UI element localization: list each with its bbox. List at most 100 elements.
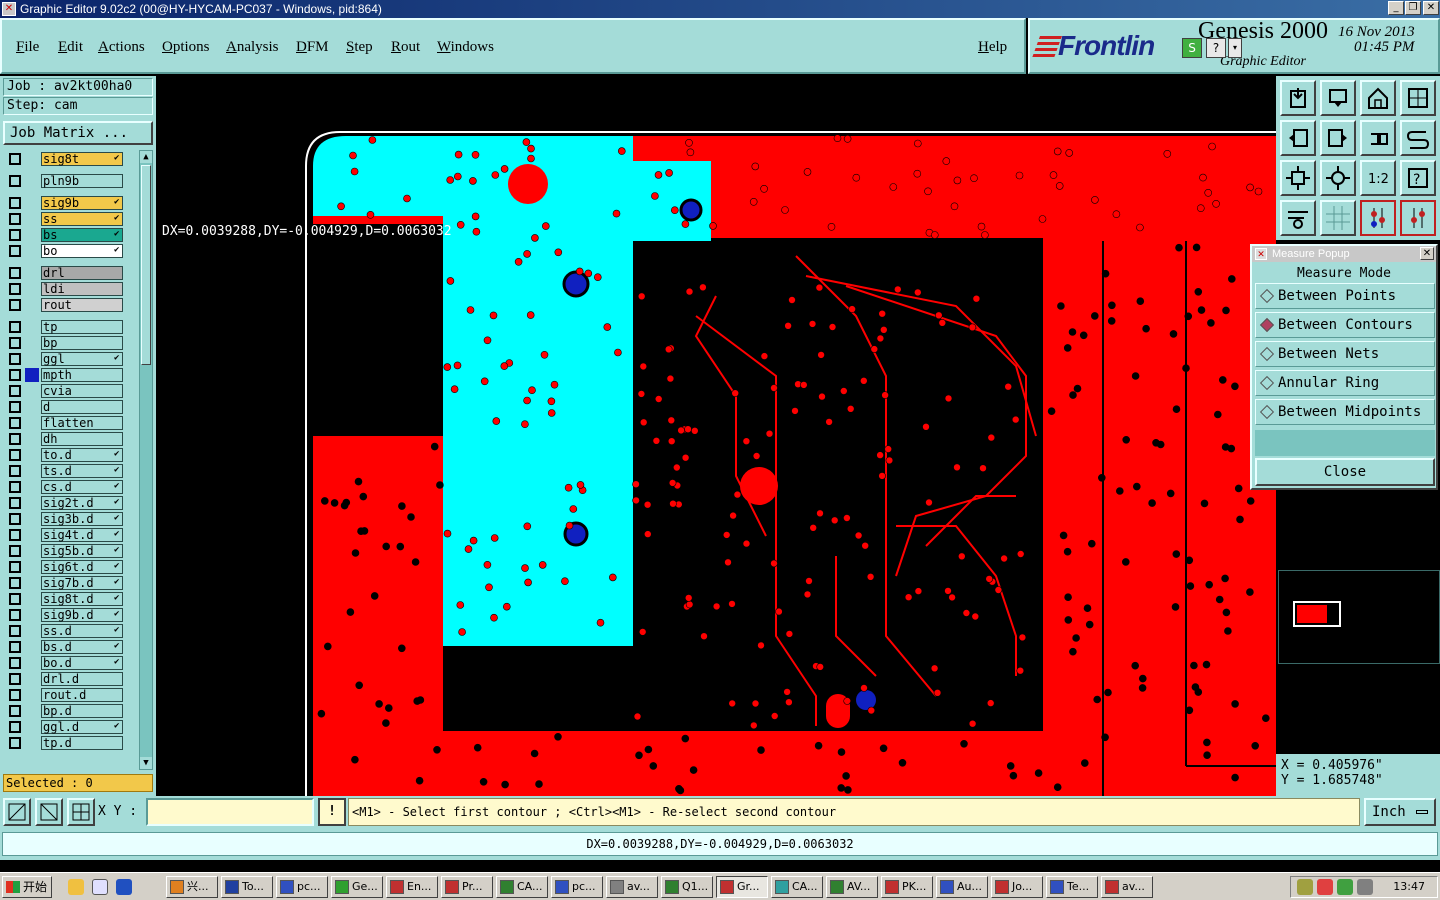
pad[interactable] (953, 176, 962, 185)
pad[interactable] (491, 171, 500, 179)
unit-selector[interactable]: Inch (1364, 798, 1436, 826)
layer-checkbox[interactable] (9, 705, 21, 717)
pad[interactable] (1016, 550, 1025, 558)
pad[interactable] (1228, 275, 1236, 283)
pad[interactable] (649, 762, 658, 770)
pad[interactable] (547, 397, 556, 406)
layer-row[interactable]: drl (3, 266, 139, 280)
pad[interactable] (922, 422, 930, 431)
taskbar-button[interactable]: 兴... (166, 876, 218, 898)
pad[interactable] (950, 202, 959, 211)
pad[interactable] (1204, 189, 1212, 197)
pad[interactable] (398, 502, 406, 510)
pan-left-icon[interactable] (1280, 120, 1316, 156)
pad[interactable] (1251, 741, 1259, 750)
grid-icon[interactable] (1320, 200, 1356, 236)
taskbar-button[interactable]: av... (606, 876, 658, 898)
pad[interactable] (808, 320, 817, 328)
layer-row[interactable]: dh (3, 432, 139, 446)
layer-name[interactable]: rout (41, 298, 123, 312)
pad[interactable] (814, 741, 823, 750)
pad[interactable] (1064, 593, 1072, 602)
pad[interactable] (1132, 482, 1141, 491)
pad[interactable] (876, 451, 884, 459)
pad[interactable] (994, 586, 1003, 594)
pad[interactable] (501, 780, 509, 789)
pad[interactable] (914, 587, 923, 595)
layer-name[interactable]: sig3b.d (41, 512, 123, 526)
pad[interactable] (593, 273, 602, 281)
pad[interactable] (398, 644, 406, 653)
pad[interactable] (712, 602, 721, 611)
pad[interactable] (1224, 627, 1232, 635)
tray-volume-icon[interactable] (1357, 879, 1373, 895)
taskbar-button[interactable]: Pr... (441, 876, 493, 898)
pad[interactable] (403, 194, 411, 203)
pad[interactable] (385, 704, 393, 712)
pad[interactable] (638, 628, 647, 636)
pad[interactable] (664, 345, 673, 354)
pad[interactable] (962, 609, 971, 617)
layer-checkbox[interactable] (9, 609, 21, 621)
pad[interactable] (1208, 142, 1216, 151)
pad[interactable] (330, 499, 339, 507)
layer-row[interactable]: ggl.d ✔ (3, 720, 139, 734)
pad[interactable] (757, 641, 765, 650)
pad[interactable] (454, 150, 463, 159)
app-icon[interactable]: ✕ (2, 2, 16, 16)
zoom-box-icon[interactable] (3, 798, 31, 826)
layer-checkbox[interactable] (9, 337, 21, 349)
pad[interactable] (1091, 196, 1099, 204)
pad[interactable] (1222, 608, 1231, 617)
layer-name[interactable]: to.d (41, 448, 123, 462)
pad[interactable] (453, 361, 462, 370)
layer-row[interactable]: rout.d (3, 688, 139, 702)
pad[interactable] (500, 165, 509, 173)
pad[interactable] (1163, 150, 1172, 158)
layer-checkbox[interactable] (9, 641, 21, 653)
layer-name[interactable]: ldi (41, 282, 123, 296)
pad[interactable] (1080, 759, 1089, 767)
menu-help[interactable]: Help (978, 39, 1007, 56)
pad[interactable] (528, 386, 536, 395)
pad[interactable] (472, 227, 481, 236)
pad[interactable] (1104, 688, 1112, 697)
pad[interactable] (1107, 317, 1116, 325)
pad[interactable] (354, 477, 363, 486)
pad[interactable] (617, 147, 626, 155)
pad[interactable] (485, 583, 493, 592)
pad[interactable] (1138, 684, 1147, 692)
layer-checkbox[interactable] (9, 449, 21, 461)
pad[interactable] (654, 395, 663, 403)
layer-checkbox[interactable] (9, 625, 21, 637)
dropdown-icon[interactable]: ▾ (1228, 38, 1242, 58)
pad[interactable] (749, 198, 758, 206)
taskbar-button[interactable]: Au... (936, 876, 988, 898)
pad[interactable] (781, 206, 789, 214)
pad[interactable] (654, 171, 663, 179)
pad[interactable] (480, 377, 489, 386)
pad[interactable] (1190, 661, 1198, 670)
layer-name[interactable]: bo (41, 244, 123, 258)
layer-checkbox[interactable] (9, 737, 21, 749)
pad[interactable] (681, 453, 690, 462)
pad[interactable] (471, 212, 480, 221)
pad[interactable] (979, 464, 987, 473)
pad[interactable] (846, 404, 855, 413)
pad[interactable] (527, 144, 535, 153)
pad[interactable] (382, 542, 390, 551)
pad[interactable] (540, 350, 549, 359)
toolbox-icon[interactable] (1280, 200, 1316, 236)
pad[interactable] (538, 561, 547, 569)
pad[interactable] (554, 732, 562, 741)
taskbar-button[interactable]: CA... (496, 876, 548, 898)
pad[interactable] (699, 283, 707, 292)
pad[interactable] (1227, 444, 1236, 453)
layer-checkbox[interactable] (9, 153, 21, 165)
pad[interactable] (603, 323, 612, 331)
layer-row[interactable]: d (3, 400, 139, 414)
pad[interactable] (535, 780, 543, 788)
popup-close-button[interactable]: Close (1255, 458, 1435, 486)
menu-dfm[interactable]: DFM (296, 39, 329, 56)
pad[interactable] (827, 223, 836, 231)
